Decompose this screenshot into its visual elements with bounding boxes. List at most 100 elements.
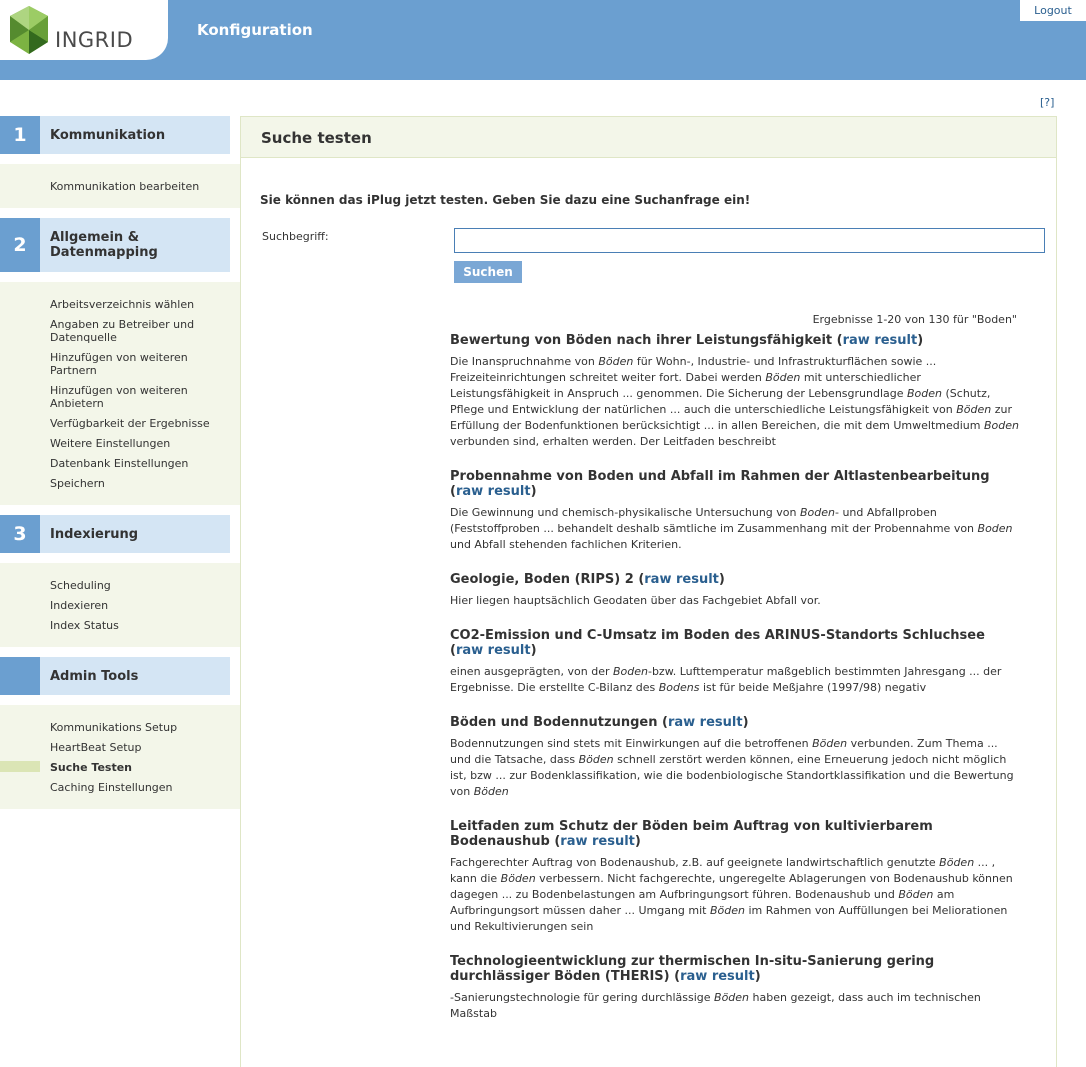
search-label: Suchbegriff: xyxy=(262,230,329,243)
sidebar-item-caching[interactable]: Caching Einstellungen xyxy=(0,777,215,797)
snippet-text: -Sanierungstechnologie für gering durchl… xyxy=(450,991,715,1004)
result-title: Leitfaden zum Schutz der Böden beim Auft… xyxy=(450,819,933,849)
sidebar-section-admin-tools[interactable]: Admin Tools xyxy=(0,657,230,695)
result-item: Böden und Bodennutzungen (raw result) Bo… xyxy=(450,715,1020,800)
highlight-term: Boden xyxy=(977,522,1013,535)
result-snippet: -Sanierungstechnologie für gering durchl… xyxy=(450,990,1020,1022)
logo-text: INGRID xyxy=(55,28,134,52)
highlight-term: Bodens xyxy=(658,681,700,694)
sidebar-section-items: Arbeitsverzeichnis wählen Angaben zu Bet… xyxy=(0,282,240,505)
section-title: Kommunikation xyxy=(40,116,230,154)
result-snippet: Die Gewinnung und chemisch-physikalische… xyxy=(450,505,1020,553)
raw-result-link[interactable]: raw result xyxy=(456,484,531,499)
snippet-text: Die Gewinnung und chemisch-physikalische… xyxy=(450,506,800,519)
help-link[interactable]: [?] xyxy=(1040,96,1054,109)
snippet-text: Fachgerechter Auftrag von Bodenaushub, z… xyxy=(450,856,940,869)
highlight-term: Böden xyxy=(709,904,745,917)
highlight-term: Boden xyxy=(612,665,648,678)
header-bar: INGRID Konfiguration Logout xyxy=(0,0,1086,80)
result-item: Probennahme von Boden und Abfall im Rahm… xyxy=(450,469,1020,553)
search-input[interactable] xyxy=(454,228,1045,253)
sidebar-item-partner[interactable]: Hinzufügen von weiteren Partnern xyxy=(0,347,215,380)
highlight-term: Böden xyxy=(500,872,536,885)
sidebar-section-allgemein[interactable]: 2 Allgemein & Datenmapping xyxy=(0,218,230,272)
highlight-term: Böden xyxy=(714,991,750,1004)
raw-result-link[interactable]: raw result xyxy=(680,969,755,984)
sidebar-item-verfuegbarkeit[interactable]: Verfügbarkeit der Ergebnisse xyxy=(0,413,215,433)
sidebar-item-scheduling[interactable]: Scheduling xyxy=(0,575,215,595)
sidebar-section-items: Scheduling Indexieren Index Status xyxy=(0,563,240,647)
page-title: Suche testen xyxy=(241,117,1056,158)
sidebar-section-items: Kommunikations Setup HeartBeat Setup Suc… xyxy=(0,705,240,809)
results-list: Bewertung von Böden nach ihrer Leistungs… xyxy=(450,333,1020,1041)
sidebar-item-kommunikations-setup[interactable]: Kommunikations Setup xyxy=(0,717,215,737)
result-title: CO2-Emission und C-Umsatz im Boden des A… xyxy=(450,628,985,658)
result-snippet: Die Inanspruchnahme von Böden für Wohn-,… xyxy=(450,354,1020,450)
intro-text: Sie können das iPlug jetzt testen. Geben… xyxy=(260,193,751,207)
logo[interactable]: INGRID xyxy=(0,0,168,60)
raw-result-link[interactable]: raw result xyxy=(560,834,635,849)
highlight-term: Böden xyxy=(939,856,975,869)
result-title: Geologie, Boden (RIPS) 2 (raw result) xyxy=(450,572,725,587)
section-title: Admin Tools xyxy=(40,657,230,695)
result-title: Böden und Bodennutzungen (raw result) xyxy=(450,715,749,730)
snippet-text: verbunden sind, erhalten werden. Der Lei… xyxy=(450,435,776,448)
sidebar-item-speichern[interactable]: Speichern xyxy=(0,473,215,493)
logout-link[interactable]: Logout xyxy=(1020,0,1086,21)
sidebar-item-weitere-einstellungen[interactable]: Weitere Einstellungen xyxy=(0,433,215,453)
raw-result-link[interactable]: raw result xyxy=(456,643,531,658)
result-snippet: Fachgerechter Auftrag von Bodenaushub, z… xyxy=(450,855,1020,935)
highlight-term: Böden xyxy=(578,753,614,766)
snippet-text: ist für beide Meßjahre (1997/98) negativ xyxy=(699,681,927,694)
raw-result-link[interactable]: raw result xyxy=(668,715,743,730)
section-title: Allgemein & Datenmapping xyxy=(40,218,230,272)
sidebar-item-suche-testen[interactable]: Suche Testen xyxy=(0,757,215,777)
result-item: Leitfaden zum Schutz der Böden beim Auft… xyxy=(450,819,1020,935)
highlight-term: Böden xyxy=(956,403,992,416)
highlight-term: Boden xyxy=(983,419,1019,432)
result-title: Bewertung von Böden nach ihrer Leistungs… xyxy=(450,333,924,348)
result-item: Geologie, Boden (RIPS) 2 (raw result) Hi… xyxy=(450,572,1020,609)
result-snippet: einen ausgeprägten, von der Boden-bzw. L… xyxy=(450,664,1020,696)
sidebar-item-datenbank[interactable]: Datenbank Einstellungen xyxy=(0,453,215,473)
snippet-text: einen ausgeprägten, von der xyxy=(450,665,613,678)
result-item: CO2-Emission und C-Umsatz im Boden des A… xyxy=(450,628,1020,696)
highlight-term: Boden xyxy=(799,506,835,519)
highlight-term: Böden xyxy=(598,355,634,368)
snippet-text: Hier liegen hauptsächlich Geodaten über … xyxy=(450,594,821,607)
highlight-term: Böden xyxy=(473,785,509,798)
sidebar: 1 Kommunikation Kommunikation bearbeiten… xyxy=(0,116,240,819)
snippet-text: Bodennutzungen sind stets mit Einwirkung… xyxy=(450,737,813,750)
section-title: Indexierung xyxy=(40,515,230,553)
result-item: Technologieentwicklung zur thermischen I… xyxy=(450,954,1020,1022)
sidebar-section-indexierung[interactable]: 3 Indexierung xyxy=(0,515,230,553)
section-number: 2 xyxy=(0,218,40,272)
result-snippet: Hier liegen hauptsächlich Geodaten über … xyxy=(450,593,1020,609)
highlight-term: Böden xyxy=(812,737,848,750)
sidebar-item-betreiber[interactable]: Angaben zu Betreiber und Datenquelle xyxy=(0,314,215,347)
raw-result-link[interactable]: raw result xyxy=(644,572,719,587)
result-title: Probennahme von Boden und Abfall im Rahm… xyxy=(450,469,990,499)
search-button[interactable]: Suchen xyxy=(454,261,522,283)
sidebar-item-anbieter[interactable]: Hinzufügen von weiteren Anbietern xyxy=(0,380,215,413)
sidebar-item-kommunikation-bearbeiten[interactable]: Kommunikation bearbeiten xyxy=(0,176,215,196)
sidebar-item-heartbeat-setup[interactable]: HeartBeat Setup xyxy=(0,737,215,757)
sidebar-section-items: Kommunikation bearbeiten xyxy=(0,164,240,208)
result-snippet: Bodennutzungen sind stets mit Einwirkung… xyxy=(450,736,1020,800)
result-item: Bewertung von Böden nach ihrer Leistungs… xyxy=(450,333,1020,450)
highlight-term: Böden xyxy=(765,371,801,384)
highlight-term: Böden xyxy=(898,888,934,901)
section-number xyxy=(0,657,40,695)
result-count: Ergebnisse 1-20 von 130 für "Boden" xyxy=(812,313,1017,326)
app-title: Konfiguration xyxy=(197,21,313,39)
main-panel: Suche testen Sie können das iPlug jetzt … xyxy=(240,116,1057,1067)
sidebar-section-kommunikation[interactable]: 1 Kommunikation xyxy=(0,116,230,154)
sidebar-item-index-status[interactable]: Index Status xyxy=(0,615,215,635)
sidebar-item-arbeitsverzeichnis[interactable]: Arbeitsverzeichnis wählen xyxy=(0,294,215,314)
snippet-text: und Abfall stehenden fachlichen Kriterie… xyxy=(450,538,682,551)
raw-result-link[interactable]: raw result xyxy=(843,333,918,348)
sidebar-item-indexieren[interactable]: Indexieren xyxy=(0,595,215,615)
ingrid-logo-icon xyxy=(10,6,48,54)
section-number: 1 xyxy=(0,116,40,154)
highlight-term: Boden xyxy=(907,387,942,400)
